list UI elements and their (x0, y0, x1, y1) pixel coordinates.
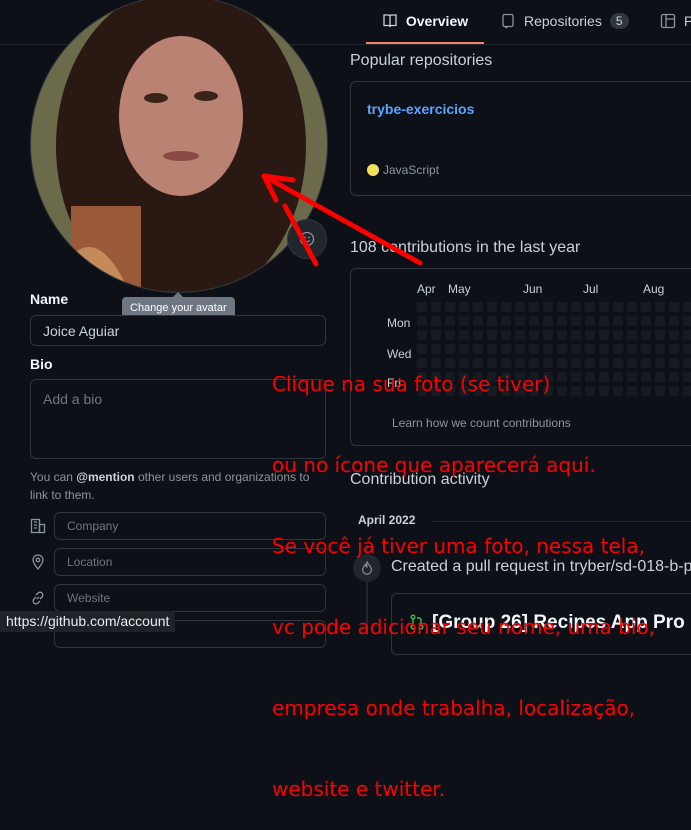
annotation-line: website e twitter. (272, 777, 445, 801)
annotation-text: Clique na sua foto (se tiver) ou no ícon… (272, 317, 655, 830)
arrow-to-status-button (282, 203, 319, 267)
annotation-line: Se você já tiver uma foto, nessa tela, (272, 534, 645, 558)
annotation-line: vc pode adicionar seu nome, uma bio, (272, 615, 656, 639)
arrow-to-avatar (261, 173, 423, 266)
annotation-line: ou no ícone que aparecerá aqui. (272, 453, 596, 477)
link-preview-statusbar: https://github.com/account (0, 611, 176, 632)
annotation-line: Clique na sua foto (se tiver) (272, 372, 551, 396)
annotation-line: empresa onde trabalha, localização, (272, 696, 636, 720)
